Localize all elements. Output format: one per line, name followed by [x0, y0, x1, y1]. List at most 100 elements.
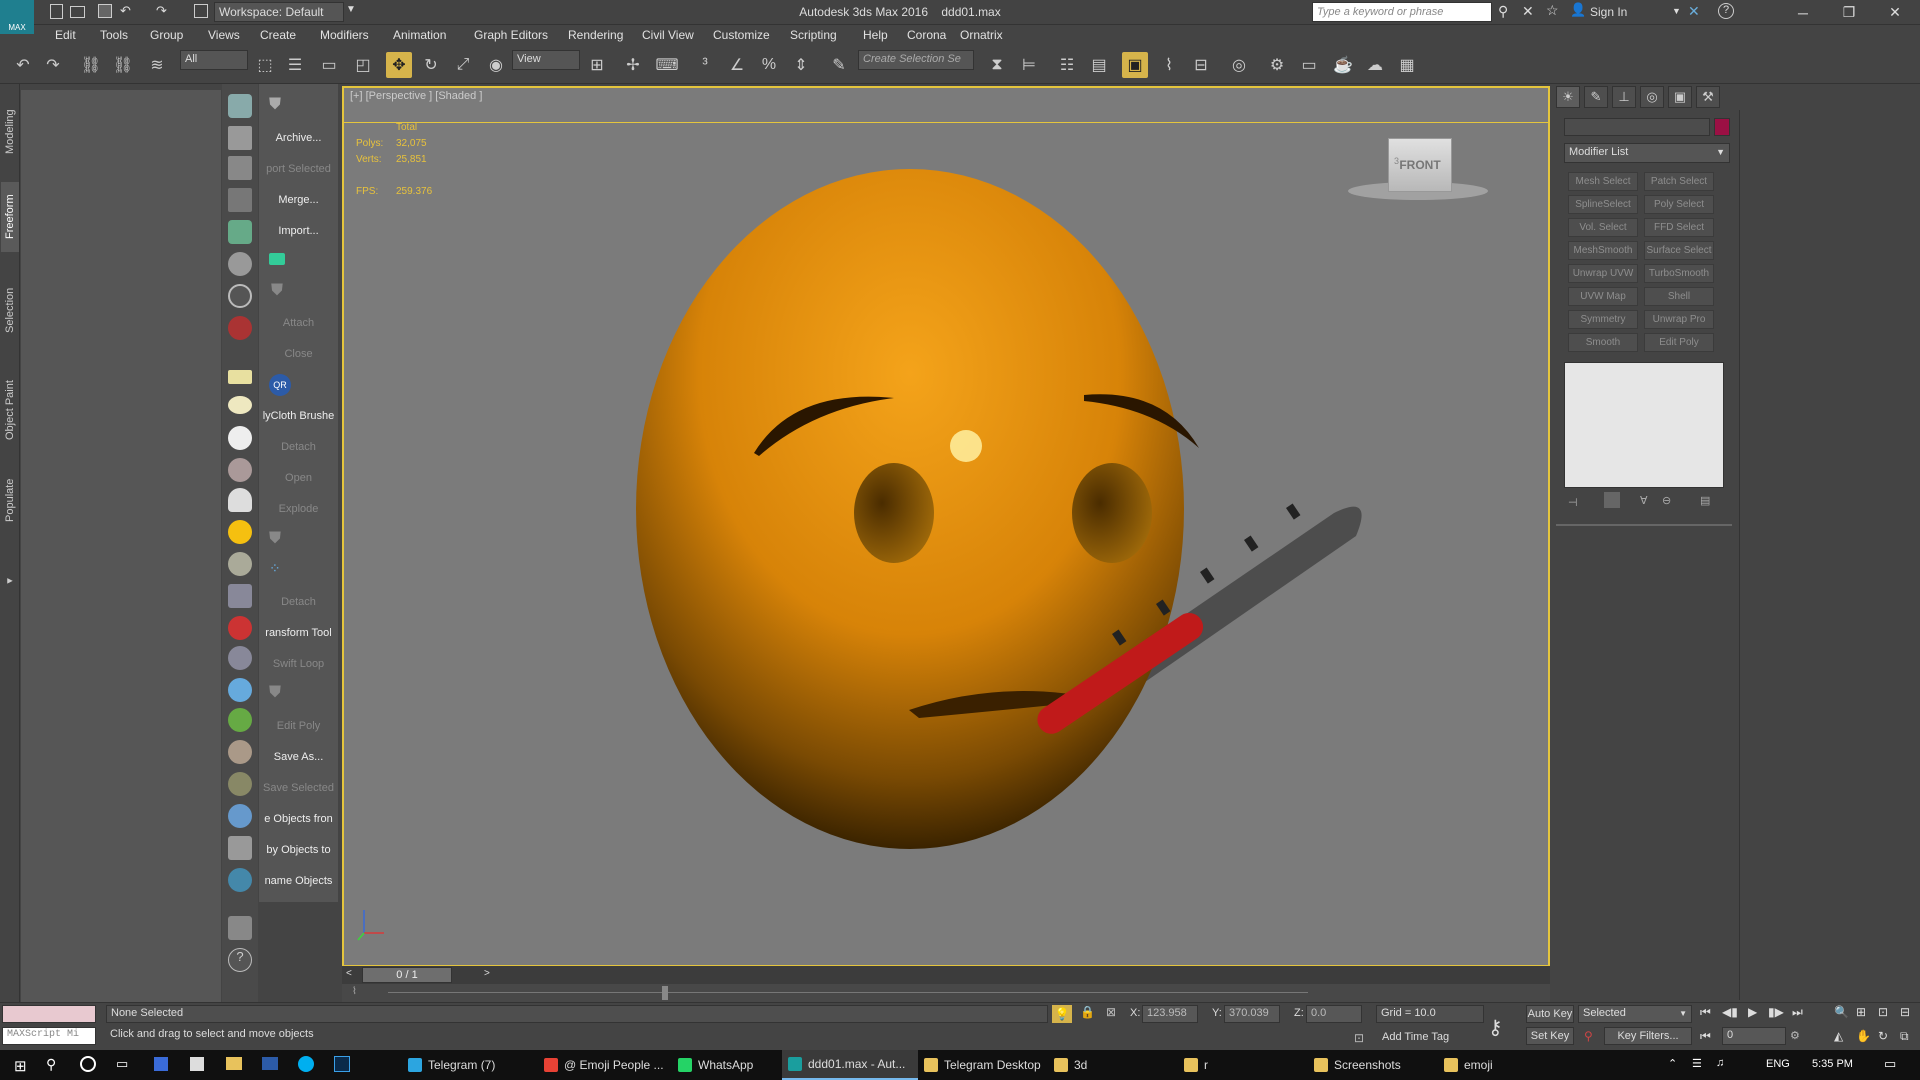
- z-coordinate-field[interactable]: 0.0: [1306, 1005, 1362, 1023]
- cmd-save-as[interactable]: Save As...: [259, 751, 338, 763]
- tab-populate[interactable]: Populate: [1, 470, 19, 530]
- menu-graph-editors[interactable]: Graph Editors: [474, 28, 548, 42]
- utilities-tab-icon[interactable]: ⚒: [1696, 86, 1720, 108]
- maxscript-mini-listener[interactable]: MAXScript Mi: [2, 1027, 96, 1045]
- menu-customize[interactable]: Customize: [713, 28, 770, 42]
- redo-icon[interactable]: ↷: [156, 3, 167, 19]
- exchange-apps-icon[interactable]: ✕: [1688, 3, 1700, 20]
- table-tool-icon[interactable]: [228, 188, 252, 212]
- windows-start-icon[interactable]: ⊞: [14, 1057, 27, 1075]
- hierarchy-tab-icon[interactable]: ⊥: [1612, 86, 1636, 108]
- modify-tab-icon[interactable]: ✎: [1584, 86, 1608, 108]
- teapot-icon[interactable]: [228, 94, 252, 118]
- keyboard-shortcut-override-icon[interactable]: ⌨: [654, 52, 680, 78]
- display-tab-icon[interactable]: ▣: [1668, 86, 1692, 108]
- rectangle-selection-icon[interactable]: ▭: [316, 52, 342, 78]
- zoom-icon[interactable]: 🔍: [1834, 1005, 1849, 1019]
- paint-tool-icon[interactable]: [228, 220, 252, 244]
- cmd-transform-tool[interactable]: ransform Tool: [259, 627, 338, 639]
- script-icon[interactable]: [228, 916, 252, 940]
- time-slider[interactable]: < 0 / 1 >: [342, 966, 1550, 984]
- modifier-button-surface-select[interactable]: Surface Select: [1644, 241, 1714, 260]
- named-selection-set-dropdown[interactable]: Create Selection Se: [858, 50, 974, 70]
- make-unique-icon[interactable]: ∀: [1640, 494, 1648, 507]
- key-mode-dropdown[interactable]: Selected ▼: [1578, 1005, 1692, 1023]
- zoom-extents-icon[interactable]: ⊡: [1878, 1005, 1888, 1019]
- modifier-button-smooth[interactable]: Smooth: [1568, 333, 1638, 352]
- workspace-dropdown[interactable]: Workspace: Default: [214, 2, 344, 22]
- select-and-move-icon[interactable]: ✥: [386, 52, 412, 78]
- auto-key-button[interactable]: Auto Key: [1526, 1005, 1574, 1023]
- cortana-icon[interactable]: [80, 1056, 96, 1072]
- select-and-scale-icon[interactable]: ⤢: [450, 52, 476, 78]
- material-editor-icon[interactable]: ◎: [1226, 52, 1252, 78]
- cmd-import[interactable]: Import...: [259, 225, 338, 237]
- scene-explorer-icon[interactable]: ▣: [1122, 52, 1148, 78]
- select-and-rotate-icon[interactable]: ↻: [418, 52, 444, 78]
- video-tool-icon[interactable]: [228, 316, 252, 340]
- help-question-icon[interactable]: ?: [228, 948, 252, 972]
- binoculars-icon[interactable]: ⚲: [1498, 3, 1508, 20]
- cmd-merge-objects-from[interactable]: e Objects fron: [259, 813, 338, 825]
- select-link-icon[interactable]: ⛓: [78, 52, 104, 78]
- file-explorer-icon[interactable]: [226, 1057, 242, 1070]
- pin-stack-icon[interactable]: ⊣: [1568, 496, 1578, 509]
- mountain-icon[interactable]: [228, 646, 252, 670]
- modifier-stack[interactable]: [1564, 362, 1724, 488]
- tab-selection[interactable]: Selection: [1, 280, 19, 340]
- redo-button[interactable]: ↷: [40, 52, 66, 78]
- camera-tool-icon[interactable]: [228, 252, 252, 276]
- schematic-view-icon[interactable]: ⊟: [1188, 52, 1214, 78]
- time-slider-next-icon[interactable]: >: [484, 968, 490, 979]
- next-frame-icon[interactable]: ▮▶: [1768, 1005, 1784, 1019]
- absolute-mode-icon[interactable]: ⊠: [1106, 1005, 1116, 1019]
- taskbar-app-3d[interactable]: 3d: [1048, 1050, 1178, 1080]
- cmd-attach[interactable]: Attach: [259, 317, 338, 329]
- show-end-result-icon[interactable]: [1604, 492, 1620, 508]
- cmd-rename-objects[interactable]: name Objects: [259, 875, 338, 887]
- menu-views[interactable]: Views: [208, 28, 240, 42]
- select-and-place-icon[interactable]: ◉: [483, 52, 509, 78]
- modifier-button-shell[interactable]: Shell: [1644, 287, 1714, 306]
- cmd-detach-2[interactable]: Detach: [259, 596, 338, 608]
- favorites-star-icon[interactable]: ☆: [1546, 2, 1559, 19]
- key-mode-toggle-icon[interactable]: ⏮: [1700, 1029, 1711, 1044]
- tab-modeling[interactable]: Modeling: [1, 102, 19, 162]
- cmd-merge[interactable]: Merge...: [259, 194, 338, 206]
- subscription-icon[interactable]: ✕: [1522, 3, 1534, 20]
- hair-icon[interactable]: [228, 740, 252, 764]
- window-crossing-icon[interactable]: ◰: [350, 52, 376, 78]
- spinner-snap-icon[interactable]: ⇕: [788, 52, 814, 78]
- perspective-viewport[interactable]: [+] [Perspective ] [Shaded ] Total Polys…: [342, 86, 1550, 967]
- green-tool-icon[interactable]: [269, 253, 285, 265]
- object-name-field[interactable]: [1564, 118, 1710, 136]
- cmd-save-selected[interactable]: Save Selected: [259, 782, 338, 794]
- search-input[interactable]: Type a keyword or phrase: [1312, 2, 1492, 22]
- taskbar-app-ddd01-max-aut[interactable]: ddd01.max - Aut...: [782, 1050, 918, 1080]
- isolate-selection-icon[interactable]: 💡: [1052, 1005, 1072, 1023]
- list-tool-icon[interactable]: [228, 156, 252, 180]
- scatter-dots-icon[interactable]: ⁘: [269, 560, 281, 577]
- globe-icon[interactable]: [228, 678, 252, 702]
- add-time-tag[interactable]: Add Time Tag: [1382, 1031, 1449, 1043]
- menu-rendering[interactable]: Rendering: [568, 28, 623, 42]
- play-icon[interactable]: ▶: [1748, 1005, 1757, 1019]
- cmd-detach[interactable]: Detach: [259, 441, 338, 453]
- track-bar-key[interactable]: [662, 986, 668, 1000]
- pan-view-icon[interactable]: ✋: [1856, 1029, 1871, 1043]
- modifier-button-unwrap-uvw[interactable]: Unwrap UVW: [1568, 264, 1638, 283]
- taskbar-app-telegram-7[interactable]: Telegram (7): [402, 1050, 538, 1080]
- object-tool-icon[interactable]: [228, 836, 252, 860]
- modifier-button-edit-poly[interactable]: Edit Poly: [1644, 333, 1714, 352]
- layer-explorer-icon[interactable]: ☷: [1054, 52, 1080, 78]
- modifier-button-vol-select[interactable]: Vol. Select: [1568, 218, 1638, 237]
- track-bar[interactable]: ⌇: [342, 984, 1550, 1002]
- project-folder-icon[interactable]: [194, 4, 208, 18]
- tab-object-paint[interactable]: Object Paint: [1, 370, 19, 450]
- time-slider-prev-icon[interactable]: <: [346, 968, 352, 979]
- open-file-icon[interactable]: [70, 6, 85, 18]
- object-color-swatch[interactable]: [1714, 118, 1730, 136]
- go-to-start-icon[interactable]: ⏮: [1700, 1005, 1711, 1020]
- maximize-viewport-icon[interactable]: ⧉: [1900, 1029, 1909, 1044]
- workspace-menu-icon[interactable]: ▼: [346, 4, 356, 15]
